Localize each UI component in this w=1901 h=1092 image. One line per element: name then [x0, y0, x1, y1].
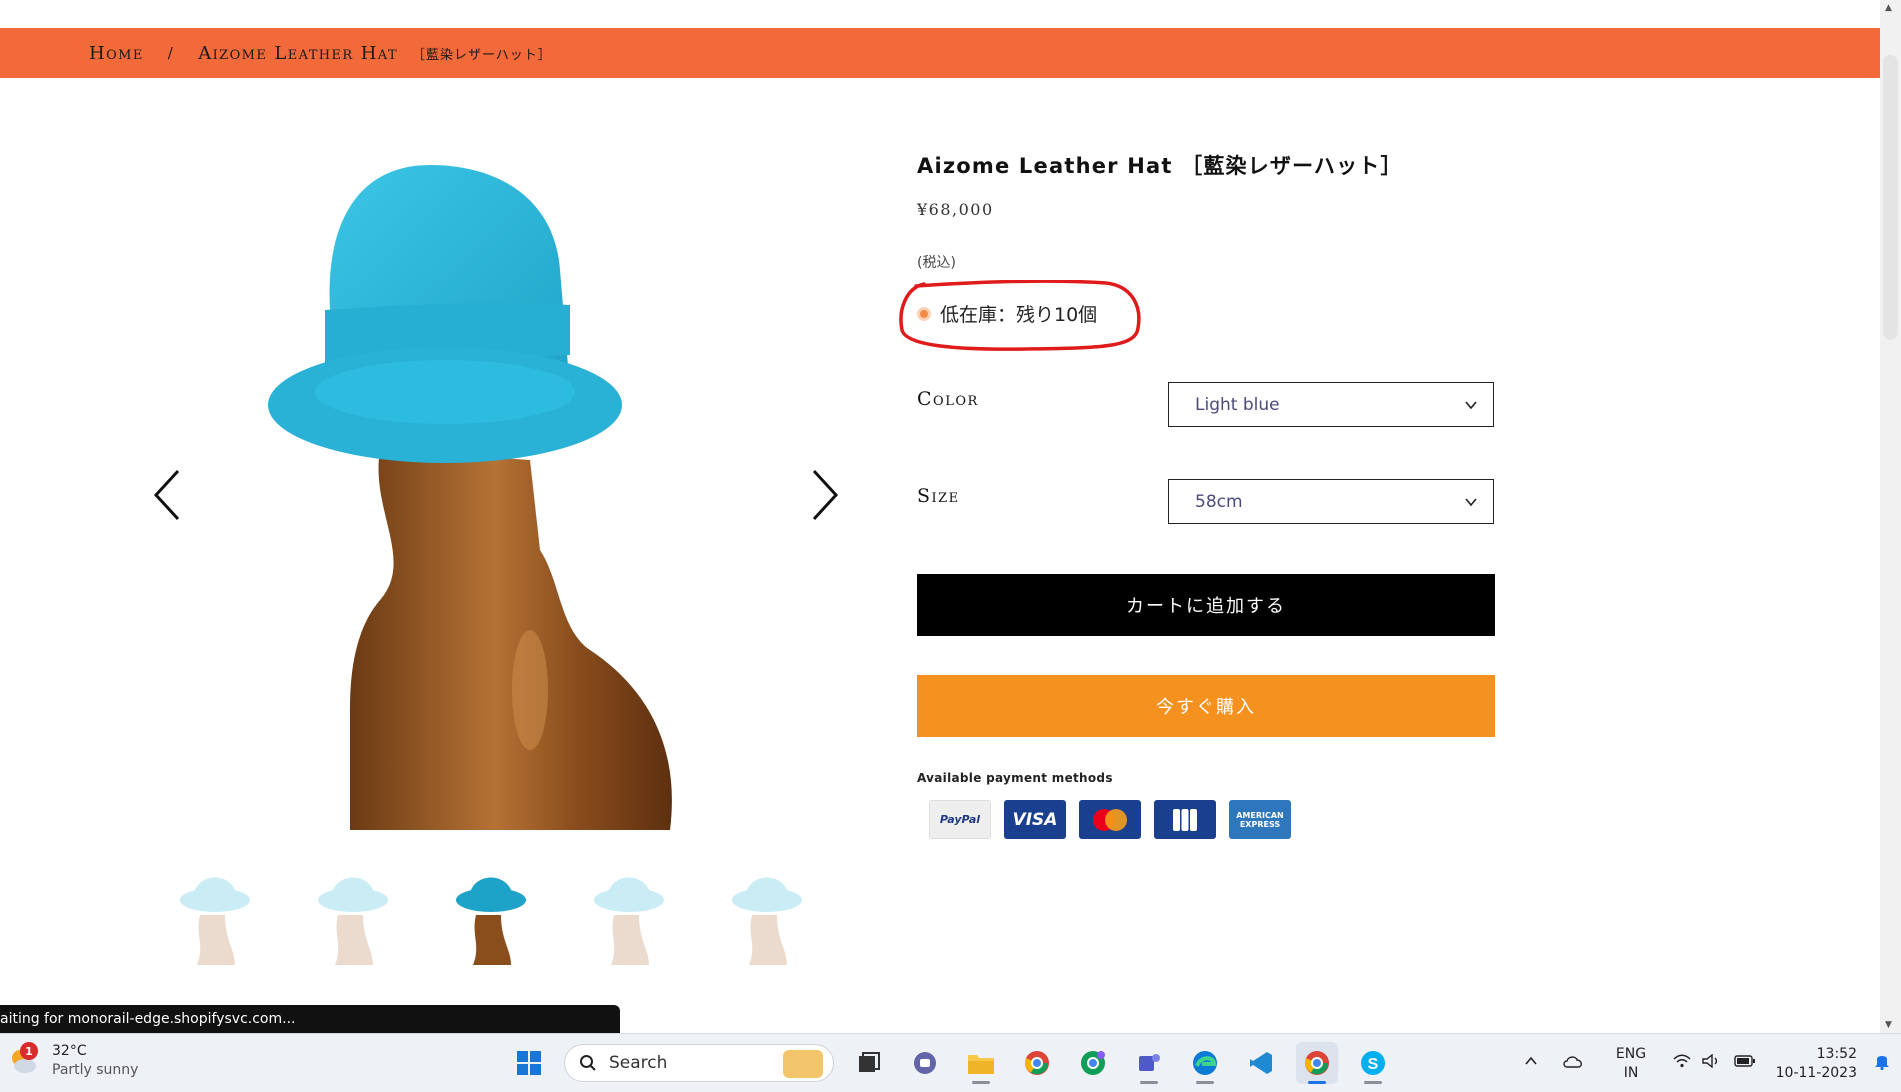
previous-image-arrow-icon[interactable]: [150, 465, 190, 525]
wifi-icon[interactable]: [1667, 1054, 1697, 1074]
teams-icon[interactable]: [1128, 1042, 1170, 1084]
weather-temp: 32°C: [52, 1043, 87, 1059]
breadcrumb-separator: /: [167, 44, 175, 62]
weather-desc: Partly sunny: [52, 1062, 139, 1078]
stock-text: 低在庫：残り10個: [940, 304, 1098, 326]
size-select[interactable]: 58cm: [1168, 479, 1494, 524]
size-select-value: 58cm: [1195, 491, 1243, 512]
payment-icons: PayPal VISA AMERICAN EXPRESS: [929, 800, 1291, 839]
page-scrollbar[interactable]: ▲ ▼: [1880, 0, 1901, 1033]
buy-now-button[interactable]: 今すぐ購入: [917, 675, 1495, 737]
low-stock-dot-icon: [917, 306, 931, 321]
teams-chat-icon[interactable]: [904, 1042, 946, 1084]
weather-badge: 1: [20, 1042, 38, 1060]
visa-icon: VISA: [1004, 800, 1066, 839]
product-main-image[interactable]: [230, 130, 740, 840]
browser-status-bar: aiting for monorail-edge.shopifysvc.com.…: [0, 1005, 620, 1033]
volume-icon[interactable]: [1697, 1053, 1727, 1074]
color-label: Color: [917, 388, 979, 410]
page: Home / Aizome Leather Hat ［藍染レザーハット］ ▲ ▼: [0, 0, 1901, 1092]
file-explorer-icon[interactable]: [960, 1042, 1002, 1084]
svg-text:S: S: [1368, 1056, 1379, 1073]
chrome-icon[interactable]: [1016, 1042, 1058, 1084]
clock-date: 10-11-2023: [1775, 1064, 1857, 1081]
chrome-active-icon[interactable]: [1296, 1042, 1338, 1084]
task-view-icon[interactable]: [848, 1042, 890, 1084]
product-price: ¥68,000: [917, 200, 994, 219]
sun-cloud-icon: 1: [8, 1042, 38, 1076]
mastercard-icon: [1079, 800, 1141, 839]
clock[interactable]: 13:52 10-11-2023: [1763, 1045, 1863, 1083]
briefcase-icon: [783, 1050, 823, 1078]
breadcrumb-current: Aizome Leather Hat: [198, 42, 398, 64]
breadcrumb: Home / Aizome Leather Hat ［藍染レザーハット］: [0, 28, 1880, 78]
stock-status: 低在庫：残り10個: [917, 300, 1097, 327]
chevron-down-icon: [1465, 497, 1477, 506]
scroll-down-arrow-icon[interactable]: ▼: [1885, 1020, 1892, 1030]
language-indicator[interactable]: ENG IN: [1595, 1045, 1667, 1083]
edge-icon[interactable]: [1184, 1042, 1226, 1084]
color-select[interactable]: Light blue: [1168, 382, 1494, 427]
thumbnail-4[interactable]: [589, 860, 669, 970]
color-select-value: Light blue: [1195, 394, 1280, 415]
add-to-cart-button[interactable]: カートに追加する: [917, 574, 1495, 636]
show-hidden-icons-chevron-up-icon[interactable]: [1511, 1054, 1551, 1074]
scroll-up-arrow-icon[interactable]: ▲: [1885, 3, 1892, 13]
payment-methods-label: Available payment methods: [917, 771, 1113, 785]
weather-widget[interactable]: 1 32°C Partly sunny: [8, 1042, 138, 1080]
thumbnail-strip: [175, 860, 807, 970]
clock-time: 13:52: [1816, 1045, 1857, 1062]
tax-note: (税込): [917, 255, 956, 271]
thumbnail-1[interactable]: [175, 860, 255, 970]
jcb-icon: [1154, 800, 1216, 839]
windows-start-icon[interactable]: [508, 1042, 550, 1084]
notification-bell-icon[interactable]: [1863, 1052, 1901, 1076]
search-icon: [580, 1055, 596, 1071]
battery-icon[interactable]: [1727, 1054, 1763, 1073]
search-label: Search: [609, 1053, 668, 1073]
breadcrumb-home-link[interactable]: Home: [89, 43, 144, 64]
thumbnail-2[interactable]: [313, 860, 393, 970]
chrome-profile-icon[interactable]: [1072, 1042, 1114, 1084]
next-image-arrow-icon[interactable]: [802, 465, 842, 525]
scrollbar-thumb[interactable]: [1883, 55, 1898, 340]
thumbnail-5[interactable]: [727, 860, 807, 970]
vscode-icon[interactable]: [1240, 1042, 1282, 1084]
amex-icon: AMERICAN EXPRESS: [1229, 800, 1291, 839]
product-title: Aizome Leather Hat ［藍染レザーハット］: [917, 154, 1403, 178]
size-label: Size: [917, 485, 960, 507]
language-top: ENG: [1615, 1045, 1647, 1062]
onedrive-cloud-icon[interactable]: [1551, 1054, 1595, 1074]
taskbar-apps: Search S: [508, 1042, 1394, 1084]
skype-icon[interactable]: S: [1352, 1042, 1394, 1084]
breadcrumb-current-jp: ［藍染レザーハット］: [411, 47, 552, 63]
language-bottom: IN: [1623, 1064, 1639, 1081]
taskbar-search[interactable]: Search: [564, 1044, 834, 1082]
system-tray: ENG IN 13:52 10-11-2023: [1511, 1034, 1901, 1092]
thumbnail-3-active[interactable]: [451, 860, 531, 970]
paypal-icon: PayPal: [929, 800, 991, 839]
chevron-down-icon: [1465, 400, 1477, 409]
taskbar: 1 32°C Partly sunny Search S ENG IN 13:5…: [0, 1033, 1901, 1092]
